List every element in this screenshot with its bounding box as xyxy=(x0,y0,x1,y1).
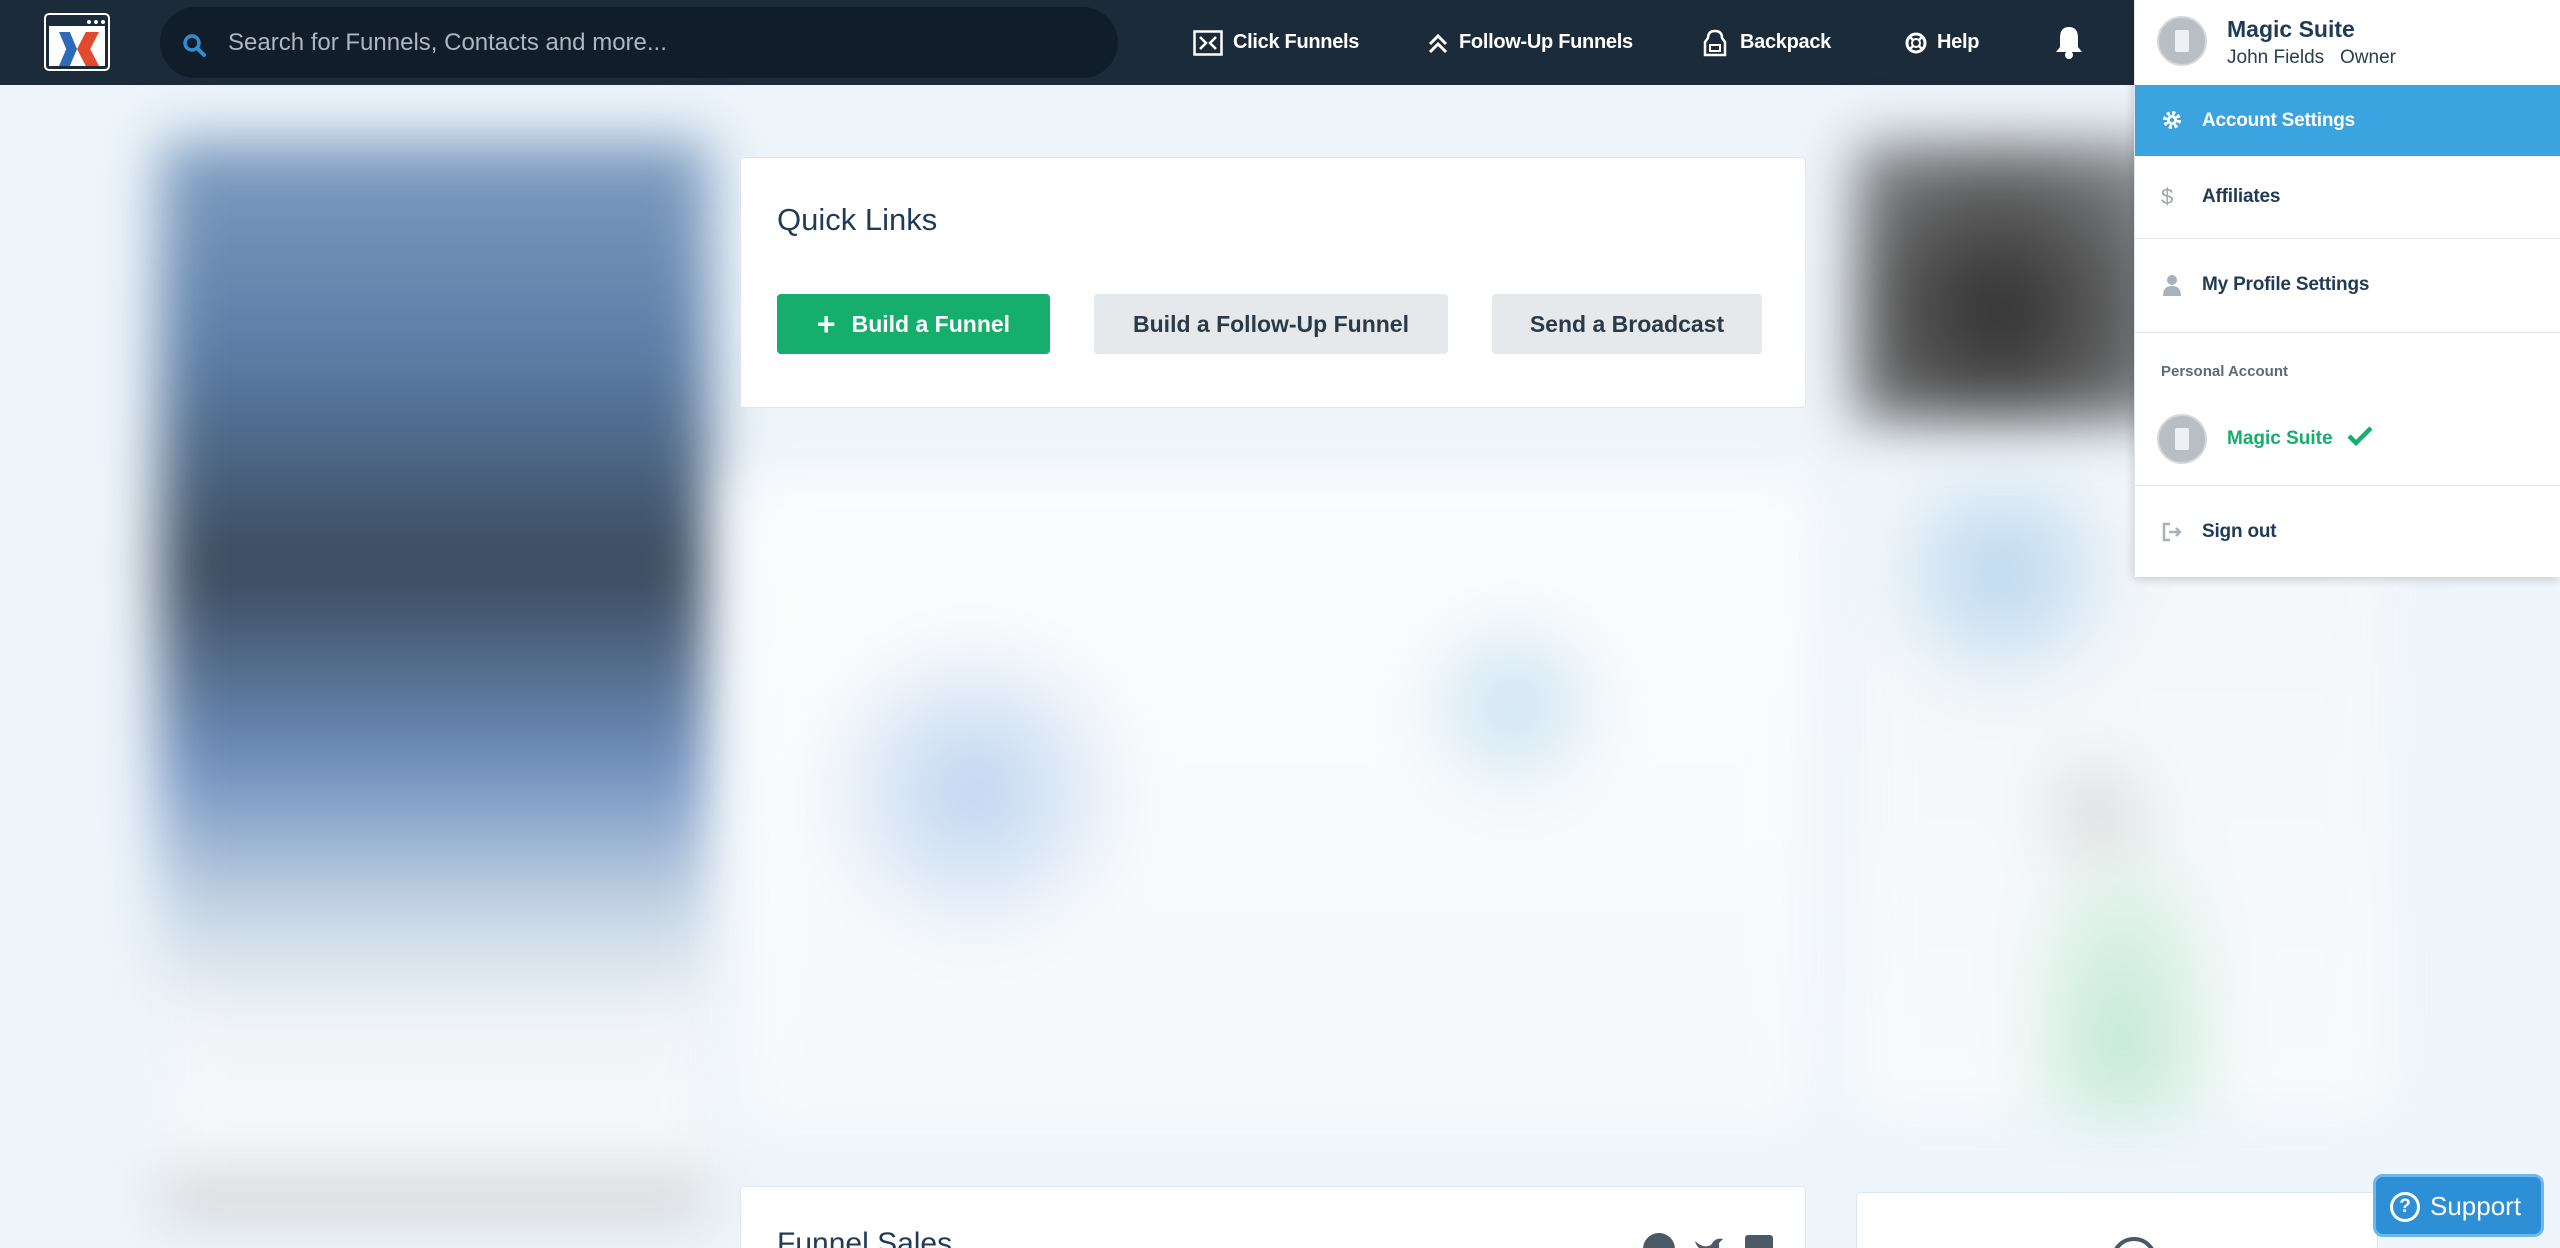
nav-backpack-label: Backpack xyxy=(1740,31,1831,53)
blurred-left-panel xyxy=(160,140,709,1217)
quick-links-card: Quick Links + Build a Funnel Build a Fol… xyxy=(740,157,1806,408)
checkmark-icon xyxy=(2347,426,2373,447)
nav-help[interactable]: Help xyxy=(1905,0,1979,85)
global-search-bar xyxy=(160,7,1118,78)
right-bottom-card xyxy=(1856,1192,2378,1248)
account-header[interactable]: Magic Suite John Fields Owner xyxy=(2135,0,2560,85)
search-input[interactable] xyxy=(228,7,1088,78)
lifebuoy-icon xyxy=(1905,32,1927,53)
dollar-icon: $ xyxy=(2161,184,2174,209)
account-avatar xyxy=(2157,16,2207,66)
quick-links-title: Quick Links xyxy=(777,202,938,237)
linkedin-icon[interactable] xyxy=(1743,1233,1775,1248)
sign-out-label: Sign out xyxy=(2202,520,2277,542)
build-funnel-label: Build a Funnel xyxy=(851,310,1011,337)
sign-out-icon xyxy=(2162,522,2182,542)
sign-out-item[interactable]: Sign out xyxy=(2135,486,2560,577)
send-broadcast-button[interactable]: Send a Broadcast xyxy=(1492,294,1762,354)
personal-account-heading: Personal Account xyxy=(2161,363,2288,380)
account-settings-item[interactable]: Account Settings xyxy=(2135,85,2560,156)
question-circle-icon: ? xyxy=(2390,1192,2420,1222)
twitter-icon[interactable] xyxy=(1693,1233,1725,1248)
blurred-center-panel xyxy=(737,476,1815,1131)
clickfunnels-icon xyxy=(1193,29,1223,56)
clickfunnels-logo[interactable] xyxy=(44,13,110,71)
nav-follow-up-funnels[interactable]: Follow-Up Funnels xyxy=(1427,0,1633,85)
affiliates-item[interactable]: $ Affiliates xyxy=(2135,156,2560,238)
build-funnel-button[interactable]: + Build a Funnel xyxy=(777,294,1050,354)
build-followup-funnel-label: Build a Follow-Up Funnel xyxy=(1133,310,1409,337)
support-button[interactable]: ? Support xyxy=(2373,1174,2544,1237)
avatar-placeholder xyxy=(2111,1237,2157,1248)
menu-divider xyxy=(2135,332,2560,333)
funnel-sales-card: Funnel Sales xyxy=(740,1186,1806,1248)
affiliates-label: Affiliates xyxy=(2202,186,2281,207)
blurred-right-top-tile xyxy=(1855,143,2175,422)
account-name: Magic Suite xyxy=(2227,16,2355,42)
my-profile-settings-item[interactable]: My Profile Settings xyxy=(2135,239,2560,331)
my-profile-settings-label: My Profile Settings xyxy=(2202,274,2370,295)
build-followup-funnel-button[interactable]: Build a Follow-Up Funnel xyxy=(1094,294,1448,354)
account-role: Owner xyxy=(2340,47,2396,68)
personal-account-avatar xyxy=(2157,414,2207,464)
send-broadcast-label: Send a Broadcast xyxy=(1529,310,1725,337)
account-settings-label: Account Settings xyxy=(2202,109,2356,131)
plus-icon: + xyxy=(816,306,836,342)
account-user-name: John Fields xyxy=(2227,47,2325,68)
funnel-sales-title: Funnel Sales xyxy=(777,1227,953,1248)
nav-backpack[interactable]: Backpack xyxy=(1700,0,1831,85)
backpack-icon xyxy=(1703,29,1727,56)
double-chevron-up-icon xyxy=(1428,33,1448,53)
search-icon xyxy=(183,34,206,57)
bell-icon[interactable] xyxy=(2054,24,2084,60)
nav-click-funnels[interactable]: Click Funnels xyxy=(1193,0,1359,85)
support-label: Support xyxy=(2430,1191,2522,1221)
facebook-icon[interactable] xyxy=(1643,1233,1675,1248)
nav-click-funnels-label: Click Funnels xyxy=(1233,31,1360,53)
nav-follow-up-funnels-label: Follow-Up Funnels xyxy=(1459,31,1633,53)
account-dropdown: Magic Suite John Fields Owner Account Se… xyxy=(2134,0,2560,577)
nav-help-label: Help xyxy=(1937,31,1980,53)
personal-account-name: Magic Suite xyxy=(2227,428,2333,449)
user-icon xyxy=(2163,275,2181,296)
account-user-line: John Fields Owner xyxy=(2227,47,2396,69)
gear-icon xyxy=(2163,111,2181,129)
